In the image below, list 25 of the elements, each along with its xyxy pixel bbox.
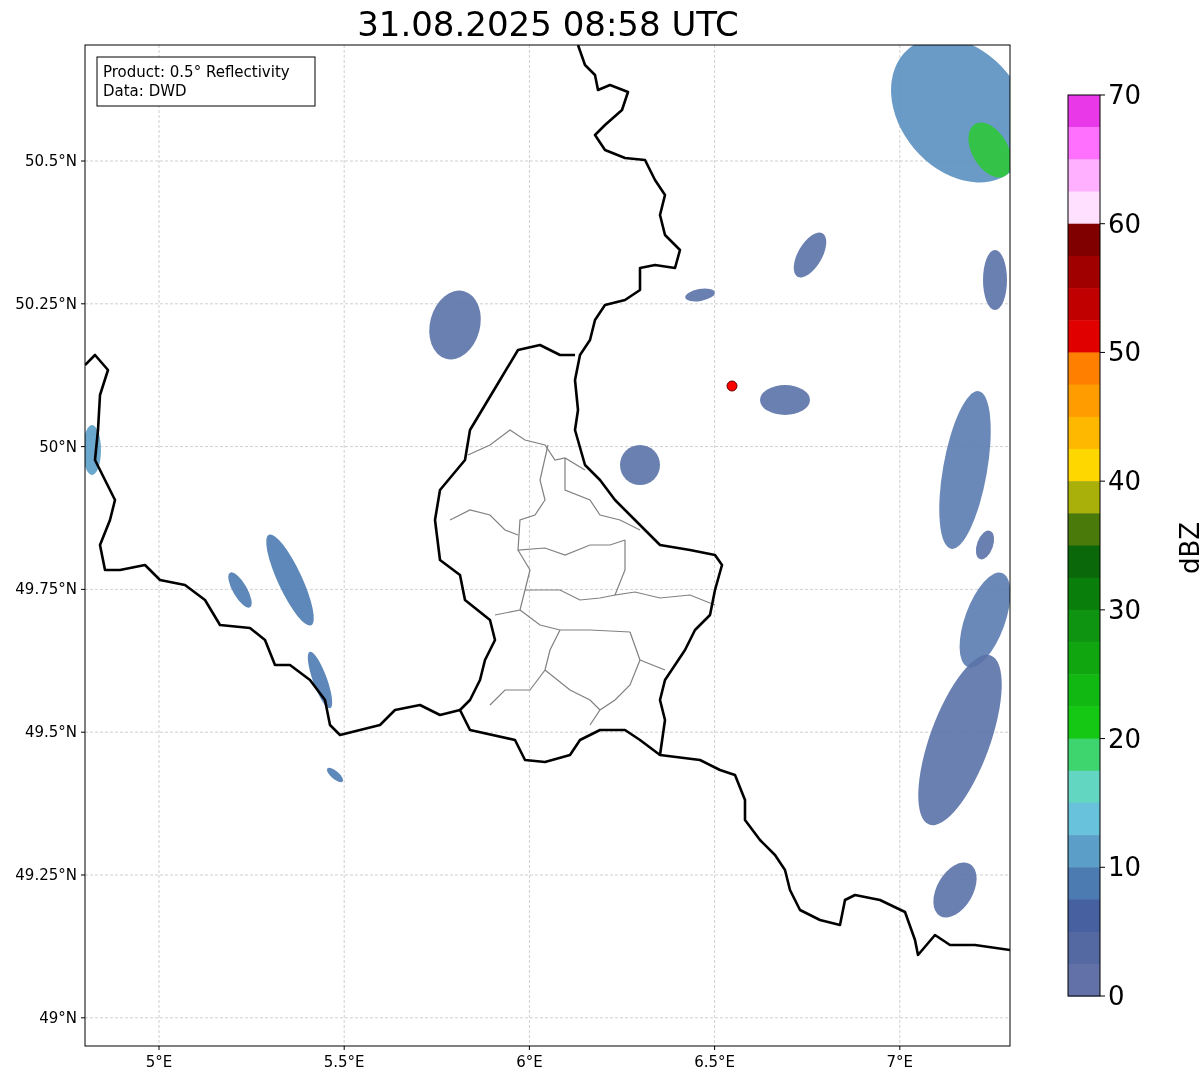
colorbar-label: dBZ: [1175, 521, 1202, 575]
colorbar-tick-label: 30: [1108, 594, 1142, 625]
latitude-label: 49.75°N: [15, 580, 77, 599]
info-text: Data: DWD: [103, 82, 187, 100]
chart-title: 31.08.2025 08:58 UTC: [357, 4, 739, 44]
longitude-label: 5°E: [145, 1053, 173, 1071]
longitude-label: 7°E: [886, 1053, 914, 1071]
colorbar-tick-label: 70: [1108, 80, 1142, 110]
colorbar-tick-label: 50: [1108, 337, 1142, 368]
colorbar-tick-label: 60: [1108, 208, 1142, 239]
info-text: Product: 0.5° Reflectivity: [103, 63, 290, 81]
colorbar-tick-label: 40: [1108, 466, 1142, 497]
latitude-label: 50.5°N: [24, 152, 77, 170]
latitude-label: 49.25°N: [15, 866, 77, 884]
colorbar-tick-label: 20: [1108, 723, 1142, 754]
longitude-label: 6°E: [516, 1053, 543, 1071]
latitude-label: 49.5°N: [24, 723, 77, 742]
radar-site-marker: [726, 380, 738, 392]
longitude-label: 5.5°E: [323, 1053, 365, 1071]
colorbar-tick-label: 0: [1108, 981, 1125, 1011]
latitude-label: 50.25°N: [15, 294, 77, 313]
colorbar-tick-label: 10: [1108, 852, 1142, 883]
latitude-label: 50°N: [39, 437, 77, 456]
longitude-label: 6.5°E: [694, 1053, 735, 1071]
latitude-label: 49°N: [39, 1008, 77, 1027]
